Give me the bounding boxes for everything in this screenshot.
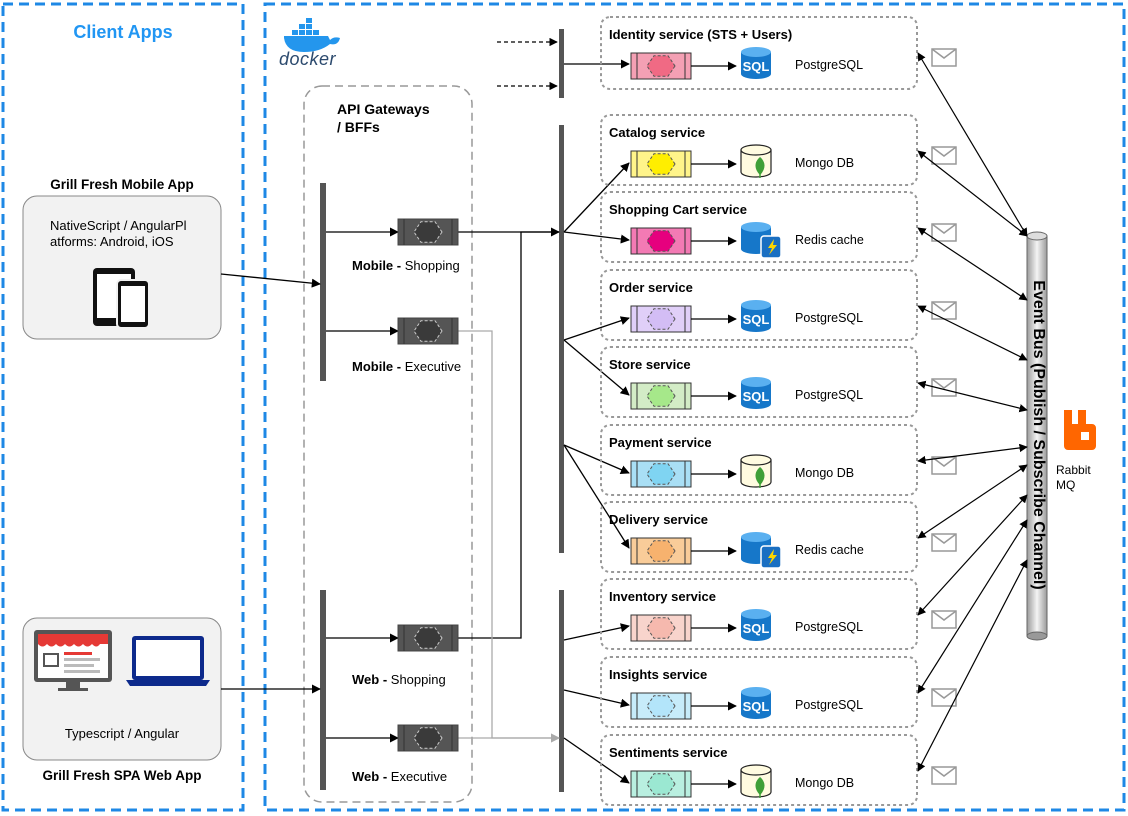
service-title: Identity service (STS + Users) [609, 27, 793, 42]
mobile-gateway-bar [320, 183, 326, 381]
database-label: Mongo DB [795, 776, 855, 790]
gateway-label-kind: Mobile - [352, 359, 402, 374]
database-label: PostgreSQL [795, 311, 864, 325]
services-bar-lower [559, 590, 564, 792]
sql-database-icon: SQL [741, 609, 771, 641]
gateway-label: Web - Shopping [352, 672, 446, 687]
event-bus-label: Event Bus (Publish / Subscribe Channel) [1030, 280, 1047, 590]
svg-text:SQL: SQL [743, 59, 770, 74]
svg-text:SQL: SQL [743, 389, 770, 404]
gateway-queue-icon [397, 317, 459, 345]
service-queue-icon [630, 382, 692, 410]
service-title: Insights service [609, 667, 708, 682]
rabbitmq-logo [1064, 410, 1096, 450]
web-app-title: Grill Fresh SPA Web App [42, 768, 202, 783]
service-title: Payment service [609, 435, 712, 450]
gateway-queue-icon [397, 724, 459, 752]
shop-monitor-icon [34, 630, 112, 691]
gateway-queue-icon [397, 624, 459, 652]
message-envelope-icon [931, 533, 957, 552]
service-queue-icon [630, 460, 692, 488]
service-queue-icon [630, 692, 692, 720]
gateway-label-name: Executive [404, 359, 462, 374]
redis-database-icon [741, 222, 782, 259]
service-queue-icon [630, 305, 692, 333]
gateway-queue-icon [397, 218, 459, 246]
gateway-label: Mobile - Executive [352, 359, 461, 374]
gateway-label-name: Shopping [390, 672, 446, 687]
database-label: Mongo DB [795, 156, 855, 170]
database-label: PostgreSQL [795, 620, 864, 634]
mongo-database-icon [740, 764, 772, 798]
database-label: PostgreSQL [795, 58, 864, 72]
mobile-app-desc: NativeScript / AngularPl atforms: Androi… [50, 218, 187, 249]
services-bar-upper [559, 125, 564, 553]
database-label: Redis cache [795, 543, 864, 557]
gateway-label: Mobile - Shopping [352, 258, 460, 273]
sql-database-icon: SQL [741, 47, 771, 79]
database-label: Redis cache [795, 233, 864, 247]
client-apps-title: Client Apps [73, 22, 173, 42]
service-title: Order service [609, 280, 693, 295]
service-queue-icon [630, 537, 692, 565]
service-title: Catalog service [609, 125, 706, 140]
docker-label: docker [279, 49, 337, 69]
service-queue-icon [630, 52, 692, 80]
service-queue-icon [630, 150, 692, 178]
docker-logo [284, 18, 340, 52]
service-title: Delivery service [609, 512, 709, 527]
sql-database-icon: SQL [741, 687, 771, 719]
gateway-label-kind: Web - [352, 672, 388, 687]
mongo-database-icon [740, 454, 772, 488]
mongo-database-icon [740, 144, 772, 178]
rabbitmq-label: Rabbit MQ [1056, 463, 1091, 492]
service-queue-icon [630, 770, 692, 798]
svg-text:SQL: SQL [743, 699, 770, 714]
message-envelope-icon [931, 223, 957, 242]
gateway-label-name: Executive [390, 769, 448, 784]
gateways-title: API Gateways / BFFs [337, 101, 430, 135]
gateway-label-kind: Web - [352, 769, 388, 784]
service-title: Inventory service [609, 589, 716, 604]
redis-database-icon [741, 532, 782, 569]
service-queue-icon [630, 227, 692, 255]
database-label: Mongo DB [795, 466, 855, 480]
service-title: Shopping Cart service [609, 202, 747, 217]
message-envelope-icon [931, 146, 957, 165]
message-envelope-icon [931, 610, 957, 629]
mobile-app-title: Grill Fresh Mobile App [50, 177, 194, 192]
gateways-region [303, 85, 473, 803]
architecture-diagram: SQL SQL SQL SQL SQL [1, 2, 1126, 812]
message-envelope-icon [931, 766, 957, 785]
gateway-label-kind: Mobile - [352, 258, 402, 273]
database-label: PostgreSQL [795, 388, 864, 402]
database-label: PostgreSQL [795, 698, 864, 712]
svg-text:SQL: SQL [743, 312, 770, 327]
identity-bar [559, 29, 564, 98]
sql-database-icon: SQL [741, 300, 771, 332]
service-title: Sentiments service [609, 745, 728, 760]
service-queue-icon [630, 614, 692, 642]
web-gateway-bar [320, 590, 326, 790]
service-title: Store service [609, 357, 691, 372]
sql-database-icon: SQL [741, 377, 771, 409]
svg-text:SQL: SQL [743, 621, 770, 636]
gateway-label: Web - Executive [352, 769, 447, 784]
web-app-desc: Typescript / Angular [64, 726, 180, 741]
gateway-label-name: Shopping [404, 258, 460, 273]
laptop-icon [126, 636, 210, 686]
message-envelope-icon [931, 48, 957, 67]
message-envelope-icon [931, 456, 957, 475]
message-envelope-icon [931, 301, 957, 320]
